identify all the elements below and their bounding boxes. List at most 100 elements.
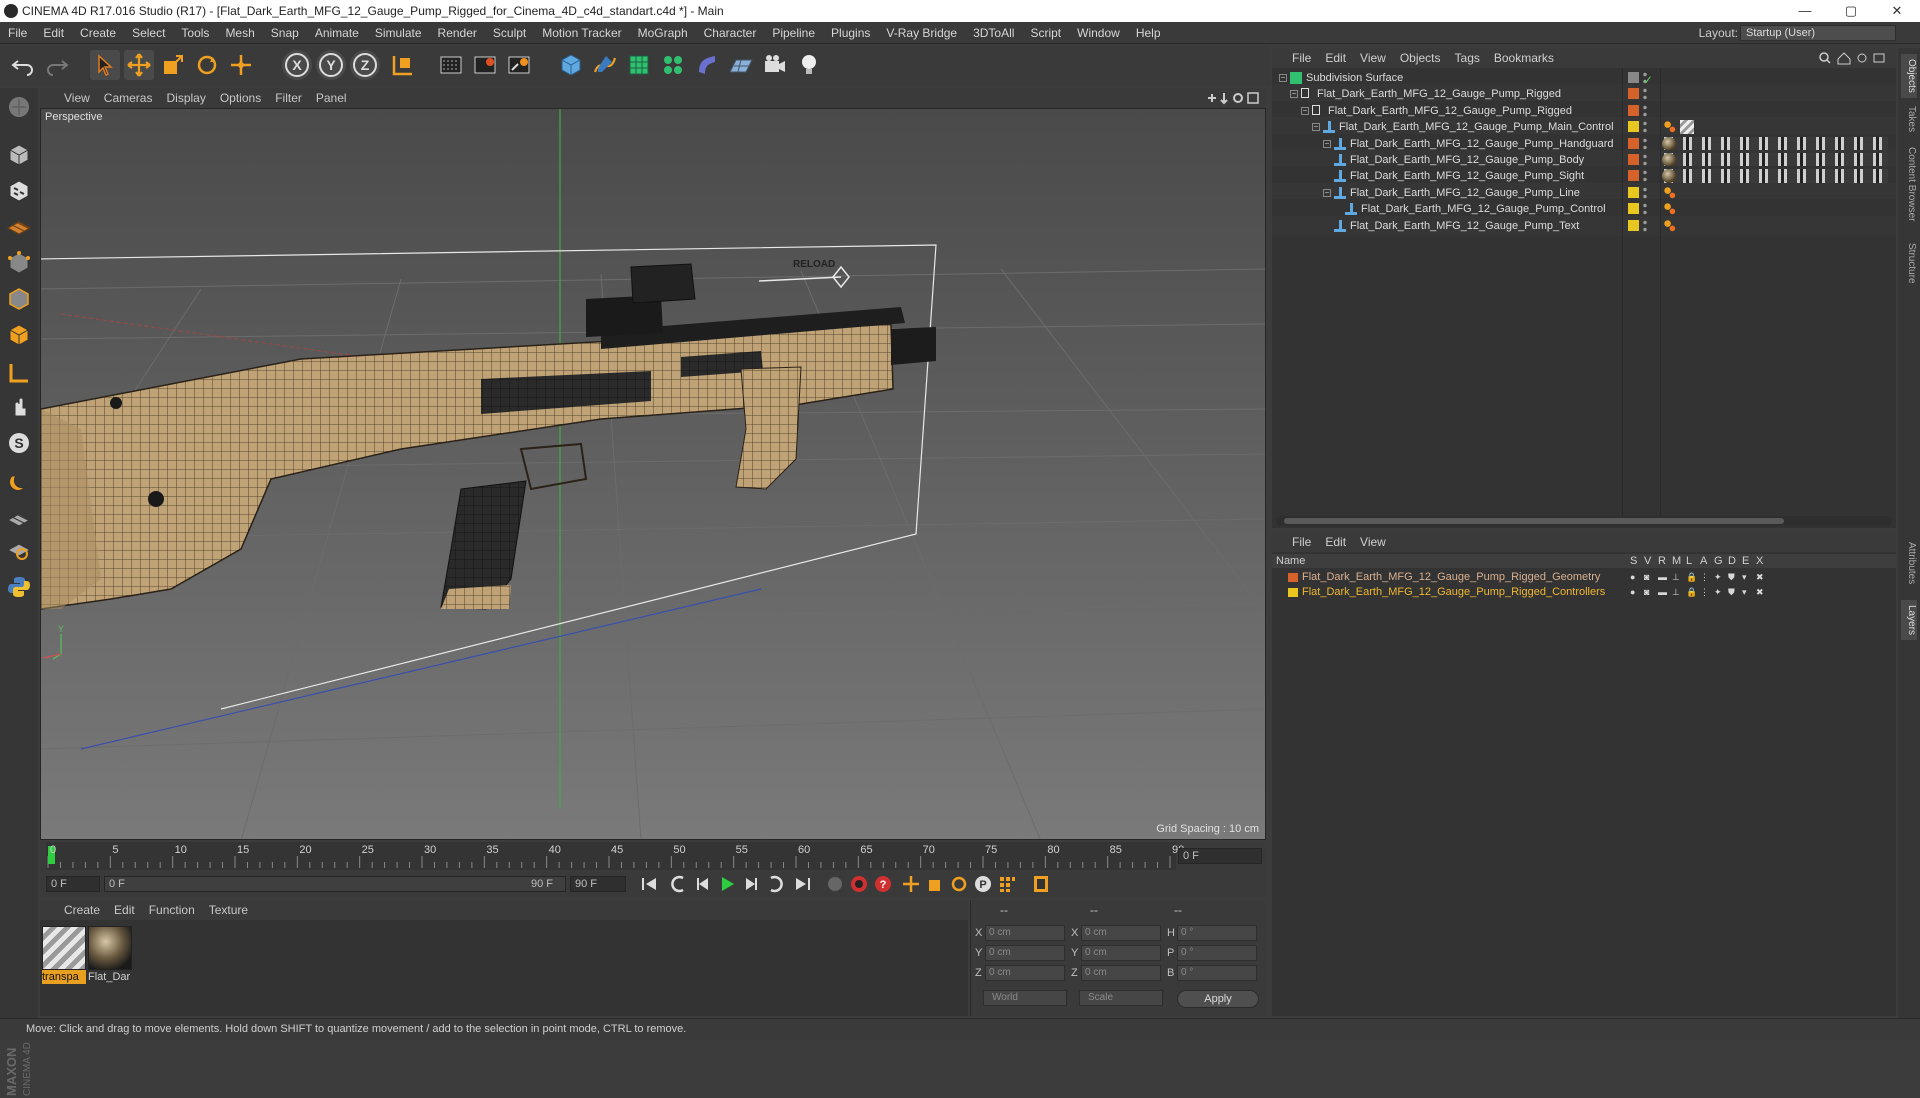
texture-tags-icon[interactable] bbox=[1664, 169, 1888, 184]
layer-header-col[interactable]: G bbox=[1714, 554, 1723, 568]
layer-flag-icon[interactable]: ✖ bbox=[1756, 570, 1764, 585]
cube-primitive-icon[interactable] bbox=[556, 50, 586, 80]
ik-tag-icon[interactable] bbox=[1664, 203, 1676, 216]
menu-help[interactable]: Help bbox=[1128, 22, 1169, 44]
key-parameter-icon[interactable]: P bbox=[972, 873, 994, 895]
pen-spline-icon[interactable] bbox=[590, 50, 620, 80]
layer-color-swatch[interactable] bbox=[1628, 137, 1639, 149]
previous-frame-icon[interactable] bbox=[692, 873, 714, 895]
preview-range-slider[interactable]: 0 F 90 F bbox=[104, 876, 566, 892]
render-picture-viewer-icon[interactable] bbox=[470, 50, 500, 80]
layer-flag-icon[interactable]: ⋮ bbox=[1700, 570, 1709, 585]
layer-flag-icon[interactable]: ✖ bbox=[1756, 585, 1764, 600]
menu-animate[interactable]: Animate bbox=[307, 22, 367, 44]
layer-color-swatch[interactable] bbox=[1628, 88, 1639, 100]
light-icon[interactable] bbox=[794, 50, 824, 80]
object-manager-nav-icons[interactable] bbox=[1818, 51, 1890, 65]
object-manager-scrollbar[interactable] bbox=[1276, 516, 1892, 526]
tab-attributes[interactable]: Attributes bbox=[1901, 534, 1917, 592]
timeline-ruler[interactable]: 051015202530354045505560657075808590 0 F bbox=[40, 842, 1266, 870]
live-selection-icon[interactable] bbox=[90, 50, 120, 80]
play-icon[interactable] bbox=[716, 873, 738, 895]
size-mode-dropdown[interactable]: Scale bbox=[1079, 990, 1163, 1006]
workplane-icon[interactable] bbox=[4, 210, 34, 240]
tweak-mode-icon[interactable] bbox=[4, 392, 34, 422]
material-menu-function[interactable]: Function bbox=[142, 900, 202, 920]
material-flat-dark-earth[interactable]: Flat_Dar bbox=[88, 926, 132, 986]
menu-sculpt[interactable]: Sculpt bbox=[485, 22, 534, 44]
planar-workplane-icon[interactable] bbox=[4, 534, 34, 564]
rotation-h-field[interactable]: 0 ° bbox=[1177, 925, 1257, 941]
world-coord-icon[interactable] bbox=[388, 50, 418, 80]
menu-select[interactable]: Select bbox=[124, 22, 173, 44]
ik-tag-icon[interactable] bbox=[1664, 121, 1676, 134]
record-active-icon[interactable] bbox=[848, 873, 870, 895]
layer-flag-icon[interactable]: 🔒 bbox=[1686, 585, 1697, 600]
menu-render[interactable]: Render bbox=[430, 22, 485, 44]
expand-toggle-icon[interactable]: − bbox=[1279, 74, 1287, 82]
menu-edit[interactable]: Edit bbox=[35, 22, 72, 44]
visibility-toggle-icon[interactable] bbox=[1643, 103, 1647, 118]
edit-render-settings-icon[interactable] bbox=[504, 50, 534, 80]
material-menu-texture[interactable]: Texture bbox=[202, 900, 255, 920]
rotate-icon[interactable] bbox=[192, 50, 222, 80]
menu-pipeline[interactable]: Pipeline bbox=[764, 22, 823, 44]
position-x-field[interactable]: 0 cm bbox=[985, 925, 1065, 941]
tab-content-browser[interactable]: Content Browser bbox=[1901, 140, 1917, 228]
layer-flag-icon[interactable]: ▾ bbox=[1742, 585, 1747, 600]
current-frame-field[interactable]: 0 F bbox=[1178, 848, 1262, 864]
layer-flag-icon[interactable]: ⛊ bbox=[1728, 585, 1735, 600]
layer-header-col[interactable]: X bbox=[1756, 554, 1763, 568]
viewport-menu-display[interactable]: Display bbox=[159, 88, 212, 108]
tab-takes[interactable]: Takes bbox=[1901, 104, 1917, 134]
visibility-toggle-icon[interactable] bbox=[1643, 185, 1647, 200]
end-frame-field[interactable]: 90 F bbox=[570, 876, 626, 892]
layer-color-swatch[interactable] bbox=[1628, 186, 1639, 198]
layer-header-col[interactable]: S bbox=[1630, 554, 1637, 568]
expand-toggle-icon[interactable]: − bbox=[1323, 139, 1331, 148]
x-axis-icon[interactable]: X bbox=[282, 50, 312, 80]
layer-flag-icon[interactable]: ▾ bbox=[1742, 570, 1747, 585]
layer-header-col[interactable]: L bbox=[1686, 554, 1692, 568]
material-menu-create[interactable]: Create bbox=[40, 900, 107, 920]
layer-flag-icon[interactable]: ◙ bbox=[1644, 570, 1649, 585]
cloner-icon[interactable] bbox=[658, 50, 688, 80]
render-view-icon[interactable] bbox=[436, 50, 466, 80]
z-axis-icon[interactable]: Z bbox=[350, 50, 380, 80]
tab-objects[interactable]: Objects bbox=[1901, 54, 1917, 98]
layer-header-col[interactable]: V bbox=[1644, 554, 1651, 568]
layer-row[interactable]: Flat_Dark_Earth_MFG_12_Gauge_Pump_Rigged… bbox=[1272, 570, 1896, 585]
perspective-viewport[interactable]: RELOAD Y Perspective Grid Spacing : 10 c… bbox=[40, 108, 1266, 840]
layer-header-col[interactable]: D bbox=[1728, 554, 1736, 568]
size-y-field[interactable]: 0 cm bbox=[1081, 945, 1161, 961]
size-x-field[interactable]: 0 cm bbox=[1081, 925, 1161, 941]
coordinate-mode-dropdown[interactable]: World bbox=[983, 990, 1067, 1006]
layer-flag-icon[interactable]: ● bbox=[1630, 585, 1635, 600]
viewport-menu-panel[interactable]: Panel bbox=[309, 88, 354, 108]
start-frame-field[interactable]: 0 F bbox=[46, 876, 100, 892]
object-menu-file[interactable]: File bbox=[1272, 48, 1318, 68]
menu-motion-tracker[interactable]: Motion Tracker bbox=[534, 22, 629, 44]
key-rotation-icon[interactable] bbox=[948, 873, 970, 895]
visibility-toggle-icon[interactable] bbox=[1643, 218, 1647, 233]
key-pla-icon[interactable] bbox=[996, 873, 1018, 895]
position-z-field[interactable]: 0 cm bbox=[985, 965, 1065, 981]
expand-toggle-icon[interactable]: − bbox=[1323, 188, 1331, 197]
menu-window[interactable]: Window bbox=[1069, 22, 1128, 44]
camera-icon[interactable] bbox=[760, 50, 790, 80]
menu-create[interactable]: Create bbox=[72, 22, 124, 44]
layer-flag-icon[interactable]: ✦ bbox=[1714, 570, 1722, 585]
axis-mode-icon[interactable] bbox=[4, 358, 34, 388]
layer-flag-icon[interactable]: 🔒 bbox=[1686, 570, 1697, 585]
object-menu-objects[interactable]: Objects bbox=[1393, 48, 1448, 68]
apply-button[interactable]: Apply bbox=[1177, 990, 1259, 1008]
layer-menu-edit[interactable]: Edit bbox=[1318, 532, 1353, 552]
rotation-b-field[interactable]: 0 ° bbox=[1177, 965, 1257, 981]
object-menu-tags[interactable]: Tags bbox=[1448, 48, 1487, 68]
layer-flag-icon[interactable]: ▬ bbox=[1658, 585, 1667, 600]
tab-layers[interactable]: Layers bbox=[1901, 600, 1917, 640]
autokey-icon[interactable]: ? bbox=[872, 873, 894, 895]
layer-color-swatch[interactable] bbox=[1628, 154, 1639, 165]
layer-row[interactable]: Flat_Dark_Earth_MFG_12_Gauge_Pump_Rigged… bbox=[1272, 585, 1896, 600]
viewport-nav-icons[interactable] bbox=[1204, 91, 1260, 105]
